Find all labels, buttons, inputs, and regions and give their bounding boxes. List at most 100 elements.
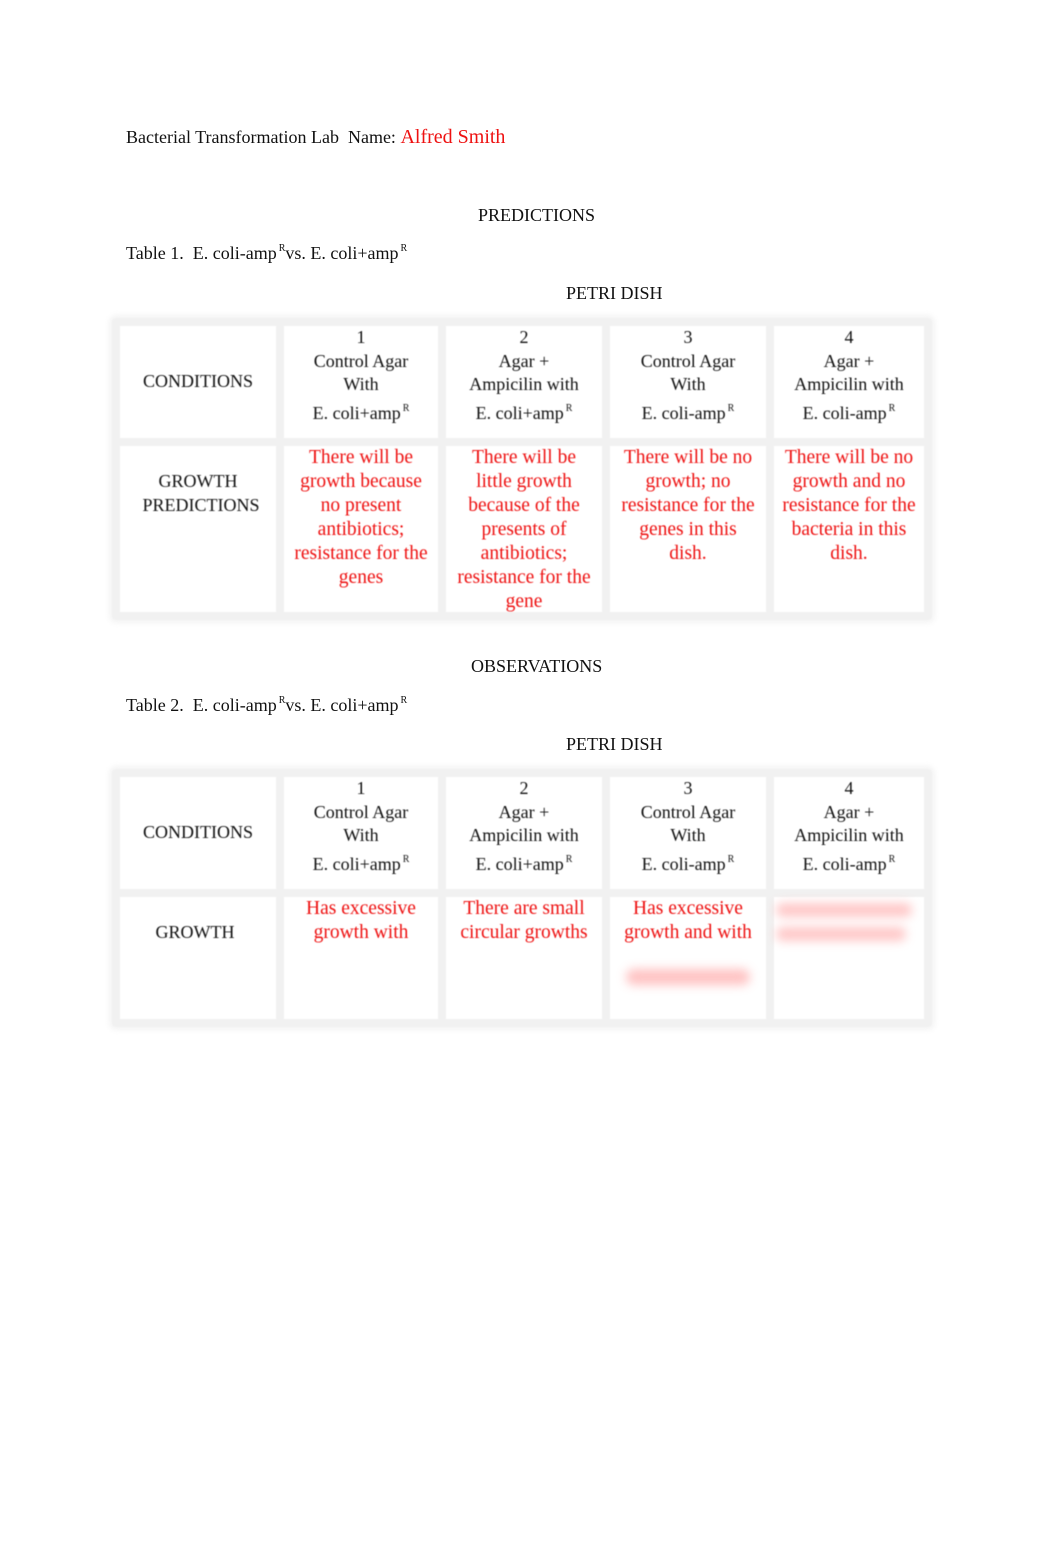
strain-name: E. coli+amp: [312, 403, 401, 424]
predictions-label: PREDICTIONS: [142, 494, 260, 515]
answer-line: dish.: [669, 543, 707, 564]
title-label: Bacterial Transformation Lab Name:: [126, 127, 401, 147]
strain-line: E. coli-amp R: [803, 848, 896, 877]
answer-line: presents of: [481, 519, 567, 540]
strain-line: E. coli-amp R: [803, 397, 896, 426]
table1-petri-heading: PETRI DISH: [566, 283, 663, 303]
answer-line: growth with: [313, 922, 409, 943]
superscript: R: [402, 854, 410, 866]
caption-text: Table 2. E. coli-amp: [126, 695, 277, 715]
dish-number: 3: [683, 327, 693, 347]
condition-line: Ampicilin with: [469, 825, 579, 846]
answer-line: There will be no: [623, 447, 753, 468]
answer-line: because of the: [468, 495, 580, 516]
observations-table: CONDITIONS 1 Control Agar With E. coli+amp R…: [112, 769, 932, 1027]
strain-line: E. coli+amp R: [313, 397, 410, 426]
superscript: R: [888, 403, 896, 415]
dish-number: 2: [519, 327, 529, 347]
superscript: R: [727, 854, 735, 866]
superscript: R: [400, 695, 408, 706]
dish-3-condition-cell: 3 Control Agar With E. coli-amp R: [610, 777, 766, 889]
condition-line: Agar +: [823, 801, 875, 822]
answer-line: gene: [505, 591, 543, 612]
predictions-table: CONDITIONS 1 Control Agar With E. coli+amp R…: [112, 318, 932, 620]
dish-3-condition-cell: 3 Control Agar With E. coli-amp R: [610, 326, 766, 438]
answer-line: genes in this: [639, 519, 737, 540]
strain-name: E. coli-amp: [802, 854, 887, 875]
condition-line: With: [670, 374, 706, 395]
dish-number: 4: [844, 327, 854, 347]
dish-2-observation-cell: There are small circular growths: [446, 897, 602, 1019]
condition-line: With: [670, 825, 706, 846]
obscured-text-blur: [626, 969, 750, 985]
obscured-text: [776, 899, 918, 945]
answer-line: Has excessive: [306, 898, 416, 919]
answer-line: genes: [338, 567, 384, 588]
answer-line: little growth: [476, 471, 572, 492]
condition-line: Agar +: [498, 801, 550, 822]
strain-line: E. coli-amp R: [642, 848, 735, 877]
strain-name: E. coli+amp: [475, 403, 564, 424]
growth-label-cell: GROWTH: [120, 897, 276, 1019]
conditions-label: CONDITIONS: [143, 822, 253, 843]
dish-4-prediction-cell: There will be no growth and no resistance …: [774, 446, 924, 612]
growth-label: GROWTH: [155, 922, 235, 942]
answer-line: There will be: [472, 447, 576, 468]
condition-line: Agar +: [498, 350, 550, 371]
dish-1-condition-cell: 1 Control Agar With E. coli+amp R: [284, 326, 438, 438]
dish-1-prediction-cell: There will be growth because no present ant…: [284, 446, 438, 612]
strain-line: E. coli-amp R: [642, 397, 735, 426]
superscript: R: [565, 403, 573, 415]
growth-predictions-label-cell: GROWTH PREDICTIONS: [120, 446, 276, 612]
superscript: R: [565, 854, 573, 866]
document-title: Bacterial Transformation Lab Name: Alfre…: [126, 126, 505, 149]
dish-1-condition-cell: 1 Control Agar With E. coli+amp R: [284, 777, 438, 889]
answer-line: growth and with: [624, 922, 752, 943]
dish-2-condition-cell: 2 Agar + Ampicilin with E. coli+amp R: [446, 326, 602, 438]
table2-caption: Table 2. E. coli-amp Rvs. E. coli+amp R: [126, 695, 407, 716]
condition-line: Control Agar: [640, 350, 736, 371]
conditions-label: CONDITIONS: [143, 371, 253, 392]
strain-name: E. coli-amp: [802, 403, 887, 424]
table1-caption: Table 1. E. coli-amp Rvs. E. coli+amp R: [126, 243, 407, 264]
dish-number: 4: [844, 778, 854, 798]
caption-text: vs. E. coli+amp: [285, 695, 399, 715]
answer-line: bacteria in this: [791, 519, 907, 540]
answer-line: Has excessive: [633, 898, 743, 919]
answer-line: growth and no: [792, 471, 906, 492]
answer-line: circular growths: [460, 922, 588, 943]
predictions-heading: PREDICTIONS: [478, 205, 596, 225]
dish-2-condition-cell: 2 Agar + Ampicilin with E. coli+amp R: [446, 777, 602, 889]
dish-number: 2: [519, 778, 529, 798]
answer-line: dish.: [830, 543, 868, 564]
condition-line: Ampicilin with: [794, 374, 904, 395]
answer-line: antibiotics;: [480, 543, 568, 564]
dish-1-observation-cell: Has excessive growth with: [284, 897, 438, 1019]
table2-petri-heading: PETRI DISH: [566, 734, 663, 754]
caption-text: Table 1. E. coli-amp: [126, 243, 277, 263]
strain-line: E. coli+amp R: [476, 397, 573, 426]
condition-line: Ampicilin with: [794, 825, 904, 846]
obscured-text-blur: [776, 927, 906, 941]
answer-line: no present: [320, 495, 402, 516]
answer-line: resistance for the: [457, 567, 591, 588]
student-name: Alfred Smith: [400, 126, 506, 148]
answer-line: There will be: [309, 447, 413, 468]
strain-line: E. coli+amp R: [313, 848, 410, 877]
dish-3-observation-cell: Has excessive growth and with: [610, 897, 766, 1019]
answer-line: There will be no: [784, 447, 914, 468]
condition-line: Control Agar: [313, 350, 409, 371]
strain-name: E. coli-amp: [641, 403, 726, 424]
answer-line: resistance for the: [621, 495, 755, 516]
answer-line: resistance for the: [782, 495, 916, 516]
superscript: R: [888, 854, 896, 866]
dish-4-condition-cell: 4 Agar + Ampicilin with E. coli-amp R: [774, 326, 924, 438]
condition-line: Control Agar: [313, 801, 409, 822]
obscured-text: [626, 969, 750, 989]
condition-line: Agar +: [823, 350, 875, 371]
condition-line: Ampicilin with: [469, 374, 579, 395]
dish-4-condition-cell: 4 Agar + Ampicilin with E. coli-amp R: [774, 777, 924, 889]
answer-line: growth because: [300, 471, 422, 492]
superscript: R: [402, 403, 410, 415]
dish-number: 1: [356, 778, 366, 798]
